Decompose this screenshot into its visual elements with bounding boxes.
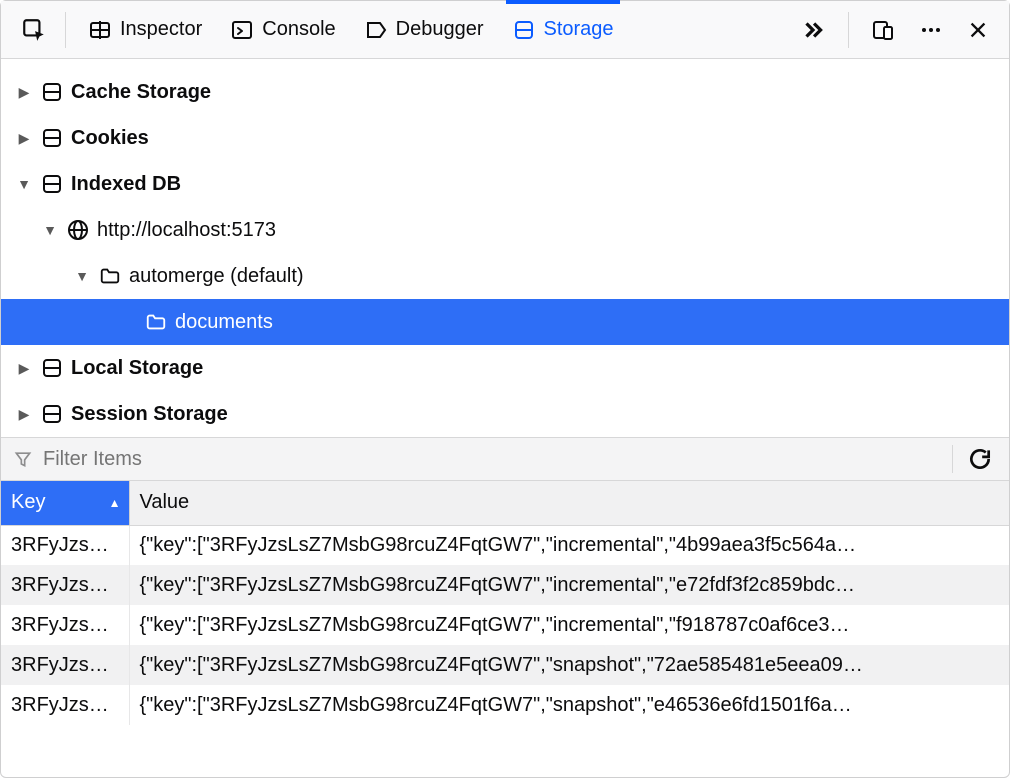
cell-value: {"key":["3RFyJzsLsZ7MsbG98rcuZ4FqtGW7","… <box>129 565 1009 605</box>
table-row[interactable]: 3RFyJzs…{"key":["3RFyJzsLsZ7MsbG98rcuZ4F… <box>1 685 1009 725</box>
tree-label: automerge (default) <box>129 265 304 288</box>
tree-label: http://localhost:5173 <box>97 219 276 242</box>
tree-label: Session Storage <box>71 403 228 426</box>
storage-category-icon <box>39 126 65 150</box>
cell-value: {"key":["3RFyJzsLsZ7MsbG98rcuZ4FqtGW7","… <box>129 605 1009 645</box>
toolbar-separator <box>848 12 849 48</box>
chevron-down-icon: ▼ <box>15 176 33 192</box>
filter-input[interactable] <box>43 448 942 471</box>
tree-label: documents <box>175 311 273 334</box>
tab-storage[interactable]: Storage <box>498 1 628 58</box>
tree-session-storage[interactable]: ▶ Session Storage <box>1 391 1009 437</box>
tree-indexed-db[interactable]: ▼ Indexed DB <box>1 161 1009 207</box>
tree-local-storage[interactable]: ▶ Local Storage <box>1 345 1009 391</box>
storage-category-icon <box>39 402 65 426</box>
storage-category-icon <box>39 172 65 196</box>
inspector-icon <box>88 18 112 42</box>
tab-inspector[interactable]: Inspector <box>74 1 216 58</box>
chevron-down-icon: ▼ <box>41 222 59 238</box>
tree-cache-storage[interactable]: ▶ Cache Storage <box>1 69 1009 115</box>
toolbar-separator <box>952 445 953 473</box>
chevron-right-icon: ▶ <box>15 130 33 147</box>
refresh-icon <box>967 446 993 472</box>
column-header-label: Value <box>140 491 190 513</box>
table-body: 3RFyJzs…{"key":["3RFyJzsLsZ7MsbG98rcuZ4F… <box>1 525 1009 725</box>
chevron-right-icon: ▶ <box>15 84 33 101</box>
kebab-icon <box>919 18 943 42</box>
filter-icon <box>13 449 33 469</box>
toolbar-right-group <box>790 12 999 48</box>
storage-category-icon <box>39 356 65 380</box>
table-header-row: Key ▲ Value <box>1 481 1009 525</box>
cell-key: 3RFyJzs… <box>1 525 129 565</box>
tree-idb-origin[interactable]: ▼ http://localhost:5173 <box>1 207 1009 253</box>
cell-key: 3RFyJzs… <box>1 605 129 645</box>
folder-icon <box>97 265 123 287</box>
tab-label: Inspector <box>120 18 202 41</box>
responsive-design-button[interactable] <box>861 18 905 42</box>
column-header-label: Key <box>11 491 45 513</box>
cell-value: {"key":["3RFyJzsLsZ7MsbG98rcuZ4FqtGW7","… <box>129 525 1009 565</box>
kebab-menu-button[interactable] <box>909 18 953 42</box>
refresh-button[interactable] <box>963 442 997 476</box>
cell-key: 3RFyJzs… <box>1 685 129 725</box>
storage-icon <box>512 18 536 42</box>
tab-label: Debugger <box>396 18 484 41</box>
chevron-down-icon: ▼ <box>73 268 91 284</box>
tree-label: Cookies <box>71 127 149 150</box>
tree-cookies[interactable]: ▶ Cookies <box>1 115 1009 161</box>
debugger-icon <box>364 18 388 42</box>
sort-asc-icon: ▲ <box>109 496 121 510</box>
overflow-tabs-button[interactable] <box>790 17 836 43</box>
table-row[interactable]: 3RFyJzs…{"key":["3RFyJzsLsZ7MsbG98rcuZ4F… <box>1 645 1009 685</box>
tab-label: Console <box>262 18 335 41</box>
filter-bar <box>1 437 1009 481</box>
tree-label: Local Storage <box>71 357 203 380</box>
column-header-key[interactable]: Key ▲ <box>1 481 129 525</box>
toolbar-separator <box>65 12 66 48</box>
tree-idb-objectstore-documents[interactable]: ▶ documents <box>1 299 1009 345</box>
storage-category-icon <box>39 80 65 104</box>
close-devtools-button[interactable] <box>957 19 999 41</box>
chevron-right-icon: ▶ <box>15 360 33 377</box>
devtools-toolbar: Inspector Console Debugger Storage <box>1 1 1009 59</box>
tab-label: Storage <box>544 18 614 41</box>
tree-label: Indexed DB <box>71 173 181 196</box>
pick-element-icon <box>21 17 47 43</box>
column-header-value[interactable]: Value <box>129 481 1009 525</box>
table-row[interactable]: 3RFyJzs…{"key":["3RFyJzsLsZ7MsbG98rcuZ4F… <box>1 605 1009 645</box>
folder-icon <box>143 311 169 333</box>
console-icon <box>230 18 254 42</box>
chevron-right-icon: ▶ <box>15 406 33 423</box>
tree-idb-database[interactable]: ▼ automerge (default) <box>1 253 1009 299</box>
cell-key: 3RFyJzs… <box>1 565 129 605</box>
cell-value: {"key":["3RFyJzsLsZ7MsbG98rcuZ4FqtGW7","… <box>129 685 1009 725</box>
pick-element-button[interactable] <box>11 1 57 58</box>
tree-label: Cache Storage <box>71 81 211 104</box>
cell-value: {"key":["3RFyJzsLsZ7MsbG98rcuZ4FqtGW7","… <box>129 645 1009 685</box>
table-row[interactable]: 3RFyJzs…{"key":["3RFyJzsLsZ7MsbG98rcuZ4F… <box>1 525 1009 565</box>
storage-tree: ▶ Cache Storage ▶ Cookies ▼ Indexed DB ▼… <box>1 59 1009 437</box>
cell-key: 3RFyJzs… <box>1 645 129 685</box>
close-icon <box>967 19 989 41</box>
chevron-double-right-icon <box>800 17 826 43</box>
responsive-icon <box>871 18 895 42</box>
globe-icon <box>65 218 91 242</box>
tab-debugger[interactable]: Debugger <box>350 1 498 58</box>
tab-console[interactable]: Console <box>216 1 349 58</box>
storage-table: Key ▲ Value 3RFyJzs…{"key":["3RFyJzsLsZ7… <box>1 481 1009 725</box>
table-row[interactable]: 3RFyJzs…{"key":["3RFyJzsLsZ7MsbG98rcuZ4F… <box>1 565 1009 605</box>
